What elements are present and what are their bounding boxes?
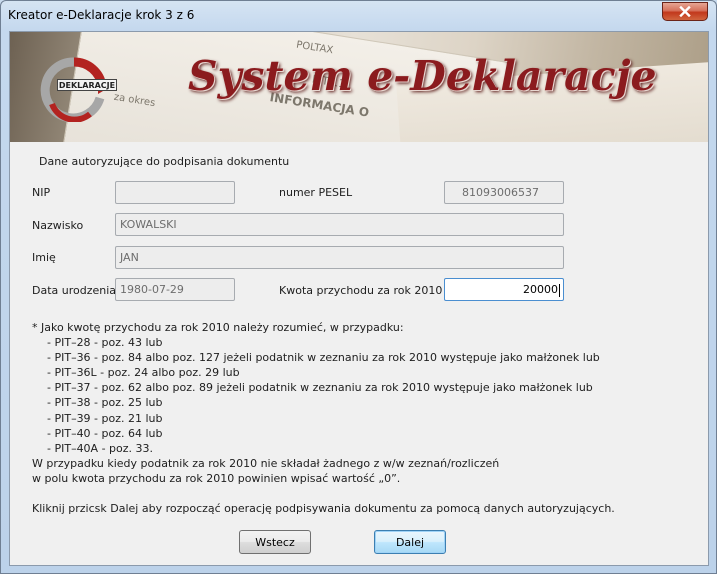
pesel-field[interactable]: 81093006537 <box>444 181 564 204</box>
imie-label: Imię <box>32 251 56 264</box>
imie-field[interactable]: JAN <box>115 246 564 269</box>
text-caret <box>559 283 560 297</box>
nazwisko-field[interactable]: KOWALSKI <box>115 213 564 236</box>
note-line: - PIT–38 - poz. 25 lub <box>47 396 163 410</box>
data-urodzenia-field[interactable]: 1980-07-29 <box>115 278 235 301</box>
note-line: - PIT–39 - poz. 21 lub <box>47 411 163 425</box>
next-button[interactable]: Dalej <box>374 530 446 554</box>
instruction-text: Kliknij przicsk Dalej aby rozpocząć oper… <box>32 502 615 515</box>
close-button[interactable] <box>662 2 708 21</box>
note-line: - PIT–40A - poz. 33. <box>47 441 154 455</box>
banner-title: System e-Deklaracje <box>188 52 657 100</box>
nip-label: NIP <box>32 186 51 199</box>
note-line: W przypadku kiedy podatnik za rok 2010 n… <box>32 456 500 470</box>
note-line: w polu kwota przychodu za rok 2010 powin… <box>32 471 401 485</box>
note-line: - PIT–40 - poz. 64 lub <box>47 426 163 440</box>
header-banner: POLTAX PIT-11 INFORMACJA O za okres DEKL… <box>10 32 708 142</box>
note-line: - PIT–28 - poz. 43 lub <box>47 336 163 350</box>
data-urodzenia-label: Data urodzenia <box>32 284 117 297</box>
e-deklaracje-logo: DEKLARACJE <box>38 56 118 123</box>
back-button[interactable]: Wstecz <box>239 530 311 554</box>
logo-label: DEKLARACJE <box>57 79 117 91</box>
window-title: Kreator e-Deklaracje krok 3 z 6 <box>8 8 195 22</box>
income-note: * Jako kwotę przychodu za rok 2010 należ… <box>32 320 600 486</box>
pesel-label: numer PESEL <box>279 186 353 199</box>
wizard-content: POLTAX PIT-11 INFORMACJA O za okres DEKL… <box>9 31 709 566</box>
kwota-label: Kwota przychodu za rok 2010 * <box>279 284 452 297</box>
note-line: - PIT–37 - poz. 62 albo poz. 89 jeżeli p… <box>47 381 593 395</box>
note-line: - PIT–36 - poz. 84 albo poz. 127 jeżeli … <box>47 351 600 365</box>
nip-field[interactable] <box>115 181 235 204</box>
kwota-value: 20000 <box>523 283 558 296</box>
section-title: Dane autoryzujące do podpisania dokument… <box>39 155 290 168</box>
nazwisko-label: Nazwisko <box>32 219 84 232</box>
close-icon <box>679 6 691 17</box>
wizard-window: Kreator e-Deklaracje krok 3 z 6 POLTAX P… <box>0 0 717 574</box>
note-line: - PIT–36L - poz. 24 albo poz. 29 lub <box>47 366 240 380</box>
title-bar[interactable]: Kreator e-Deklaracje krok 3 z 6 <box>1 1 716 31</box>
kwota-input[interactable]: 20000 <box>444 278 564 301</box>
banner-paper-text: za okres <box>113 91 156 110</box>
note-line: * Jako kwotę przychodu za rok 2010 należ… <box>32 321 404 334</box>
